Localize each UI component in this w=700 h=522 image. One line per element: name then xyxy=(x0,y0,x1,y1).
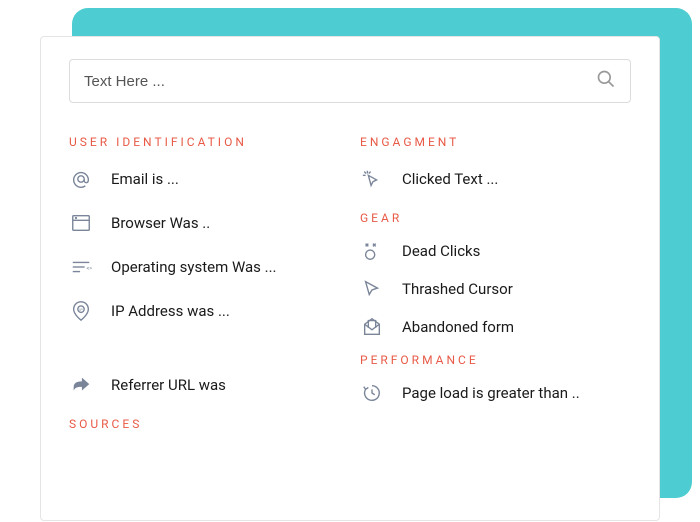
filter-item-label: Abandoned form xyxy=(402,318,514,336)
left-column: USER IDENTIFICATION Email is ... Browser… xyxy=(69,131,340,449)
ip-icon: IP xyxy=(69,299,93,323)
filter-item-label: Dead Clicks xyxy=(402,242,480,260)
filter-item-label: Browser Was .. xyxy=(111,214,210,232)
spacer xyxy=(69,343,340,373)
filter-item-label: Email is ... xyxy=(111,170,179,188)
search-input[interactable] xyxy=(84,73,596,90)
search-bar[interactable] xyxy=(69,59,631,103)
svg-text:<>: <> xyxy=(87,266,93,272)
section-header-user-identification: USER IDENTIFICATION xyxy=(69,135,340,149)
filter-item-dead-clicks[interactable]: Dead Clicks xyxy=(360,239,631,263)
dead-icon xyxy=(360,239,384,263)
os-icon: <> xyxy=(69,255,93,279)
browser-icon xyxy=(69,211,93,235)
filter-item-clicked-text[interactable]: Clicked Text ... xyxy=(360,167,631,191)
section-header-performance: PERFORMANCE xyxy=(360,353,631,367)
filter-item-abandoned-form[interactable]: Abandoned form xyxy=(360,315,631,339)
filter-item-os[interactable]: <> Operating system Was ... xyxy=(69,255,340,279)
clock-icon xyxy=(360,381,384,405)
search-icon xyxy=(596,69,616,93)
right-column: ENGAGMENT Clicked Text ... GEAR Dead Cli… xyxy=(360,131,631,449)
filter-item-page-load[interactable]: Page load is greater than .. xyxy=(360,381,631,405)
filter-panel: USER IDENTIFICATION Email is ... Browser… xyxy=(40,36,660,521)
filter-item-label: Operating system Was ... xyxy=(111,258,277,276)
section-header-engagement: ENGAGMENT xyxy=(360,135,631,149)
at-icon xyxy=(69,167,93,191)
click-icon xyxy=(360,167,384,191)
filter-item-label: Clicked Text ... xyxy=(402,170,498,188)
section-header-gear: GEAR xyxy=(360,211,631,225)
cursor-icon xyxy=(360,277,384,301)
filter-item-referrer[interactable]: Referrer URL was xyxy=(69,373,340,397)
section-header-sources: SOURCES xyxy=(69,417,340,431)
filter-item-label: IP Address was ... xyxy=(111,302,230,320)
filter-item-ip[interactable]: IP IP Address was ... xyxy=(69,299,340,323)
filter-item-label: Thrashed Cursor xyxy=(402,280,513,298)
filter-item-browser[interactable]: Browser Was .. xyxy=(69,211,340,235)
form-icon xyxy=(360,315,384,339)
filter-item-label: Page load is greater than .. xyxy=(402,384,580,402)
referrer-icon xyxy=(69,373,93,397)
filter-item-thrashed-cursor[interactable]: Thrashed Cursor xyxy=(360,277,631,301)
filter-item-email[interactable]: Email is ... xyxy=(69,167,340,191)
columns: USER IDENTIFICATION Email is ... Browser… xyxy=(69,131,631,449)
filter-item-label: Referrer URL was xyxy=(111,376,226,394)
